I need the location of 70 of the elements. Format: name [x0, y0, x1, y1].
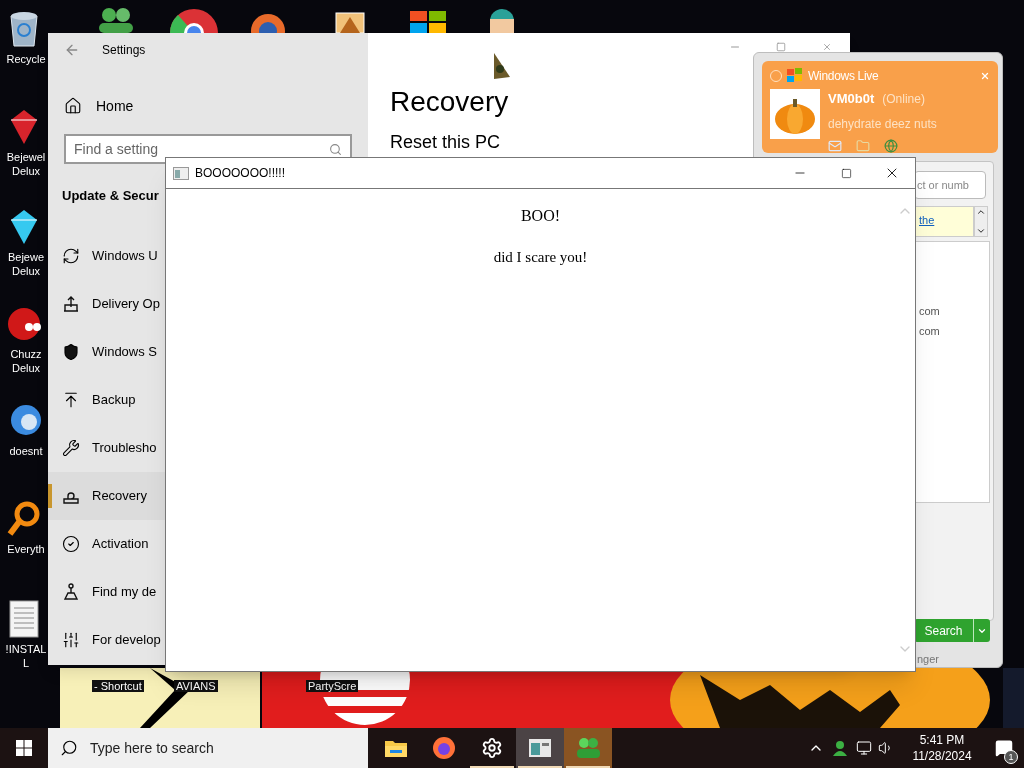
search-icon	[329, 142, 342, 156]
section-heading: Update & Secur	[62, 187, 159, 205]
globe-icon[interactable]	[884, 138, 898, 153]
people-icon	[574, 737, 602, 759]
flag-logo-icon	[786, 68, 804, 84]
nav-item[interactable]: Windows S	[48, 327, 368, 376]
desktop-icon-label[interactable]: Bejewel Delux	[0, 150, 48, 178]
nav-item[interactable]: Delivery Op	[48, 279, 368, 328]
dropdown-button[interactable]	[974, 619, 990, 642]
person-pin-icon	[62, 582, 80, 601]
home-item[interactable]: Home	[48, 84, 368, 128]
windows-logo-icon[interactable]	[16, 740, 32, 756]
search-icon	[60, 739, 78, 757]
desktop-icon-label[interactable]: Chuzz Delux	[0, 347, 48, 375]
check-circle-icon	[62, 534, 80, 553]
contact-item[interactable]: com	[919, 324, 989, 338]
notice-scrollbar[interactable]	[974, 206, 988, 237]
taskbar-search-field[interactable]: Type here to search	[48, 728, 368, 768]
wrench-icon	[62, 438, 80, 457]
window-title: BOOOOOOO!!!!!	[195, 165, 285, 182]
taskbar-app[interactable]	[516, 728, 564, 768]
folder-icon	[384, 738, 408, 758]
app-window-icon	[528, 738, 552, 758]
nav-item[interactable]: Troublesho	[48, 423, 368, 472]
user-name: VM0b0t	[828, 90, 875, 108]
firefox-icon	[432, 736, 456, 760]
desktop-icon-label[interactable]: AVIANS	[174, 680, 218, 692]
desktop-icon-label[interactable]: - Shortcut	[92, 680, 144, 692]
search-field[interactable]: ct or numb	[914, 171, 986, 199]
scroll-down-icon[interactable]	[976, 226, 986, 236]
document-icon	[9, 600, 39, 638]
clock[interactable]: 5:41 PM 11/28/2024	[904, 732, 980, 764]
popup-heading: BOO!	[520, 206, 561, 226]
nav-item[interactable]: Backup	[48, 375, 368, 424]
maximize-icon[interactable]	[840, 167, 852, 179]
upload-arrow-icon	[62, 390, 80, 409]
brand-title: Windows Live	[808, 68, 879, 85]
footer-text: nger	[917, 652, 940, 667]
notice-link[interactable]: the	[919, 214, 935, 226]
nav-item[interactable]: Activation	[48, 519, 368, 568]
nav-item[interactable]: Windows U	[48, 231, 368, 280]
desktop-icon-label[interactable]: Recycle	[0, 52, 48, 66]
popup-message: did I scare you!	[493, 248, 588, 267]
desktop-icon-label[interactable]: !INSTALL	[0, 642, 48, 670]
nav-item[interactable]: For develop	[48, 615, 368, 664]
home-icon	[64, 97, 82, 115]
desktop-icon-label[interactable]: PartyScre	[306, 680, 359, 692]
desktop-icon-label[interactable]: Bejewe Delux	[0, 250, 48, 278]
desktop-icon-label[interactable]: Everyth	[0, 542, 48, 556]
tiles-icon	[408, 9, 448, 33]
app-window-icon	[173, 166, 189, 180]
section-title: Reset this PC	[390, 131, 501, 153]
network-icon[interactable]	[856, 740, 872, 756]
tools-icon	[62, 630, 80, 649]
refresh-icon	[62, 246, 80, 265]
tray-upload-icon	[62, 294, 80, 313]
scroll-up-icon[interactable]	[976, 207, 986, 217]
shield-icon	[62, 342, 80, 361]
gear-icon	[481, 737, 503, 759]
page-title: Recovery	[390, 85, 509, 119]
image-icon	[335, 11, 365, 33]
nav-item[interactable]: Find my de	[48, 567, 368, 616]
person-icon[interactable]	[832, 740, 848, 756]
contact-item[interactable]: com	[919, 304, 989, 318]
notification-count: 1	[1004, 750, 1018, 764]
desktop-icon-label[interactable]: doesnt	[0, 444, 48, 458]
magnifier-icon	[7, 500, 41, 538]
window-title: Settings	[102, 42, 146, 59]
creature-icon	[7, 305, 41, 343]
maximize-icon[interactable]	[776, 42, 786, 52]
